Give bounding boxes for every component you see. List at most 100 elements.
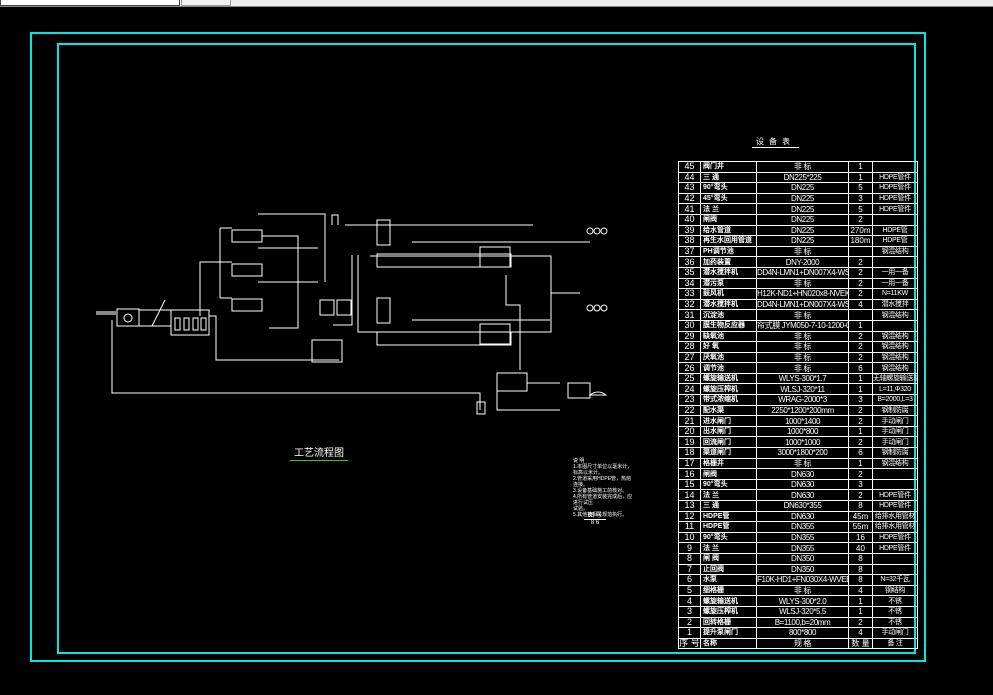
cell-no: 16 [678,468,701,480]
cell-name: 再生水回用管道 [700,235,757,247]
cell-no: 20 [678,425,701,438]
cell-spec: DN630 [756,468,849,480]
cell-spec: WRAG-2000*3 [756,394,849,406]
cell-name: 鼓风机 [700,288,757,300]
cell-name: 潜污泵 [700,277,757,290]
header-qty: 数 量 [848,637,873,650]
cell-qty: 2 [848,213,873,226]
table-row: 12 HDPE管 DN630 45m 给排水用管材 [678,510,918,523]
cell-name: 潜水搅拌机 [700,298,757,311]
cell-name: 细格栅 [700,584,757,597]
cell-qty: 8 [848,574,873,586]
cell-name: 闸阀 [700,213,757,226]
cell-remark: 手动闸门 [872,627,918,639]
cell-no: 33 [678,288,701,300]
cell-qty: 1 [848,319,873,332]
cell-spec: 非 标 [756,457,849,470]
cell-qty: 2 [848,436,873,449]
cell-qty: 2 [848,256,873,268]
table-row: 43 90°弯头 DN225 5 HDPE管件 [678,182,918,194]
cell-spec: 3000*1800*200 [756,447,849,459]
cell-qty: 6 [848,362,873,374]
cell-qty: 1 [848,161,873,173]
cell-qty: 45m [848,510,873,523]
cell-spec: 非 标 [756,277,849,290]
cell-remark [872,161,918,173]
cell-qty: 8 [848,500,873,512]
cell-no: 38 [678,235,701,247]
cell-no: 10 [678,531,701,544]
cell-no: 44 [678,171,701,184]
cell-remark: 钢制防腐 [872,404,918,417]
cell-name: 90°弯头 [700,478,757,491]
cell-name: PH调节池 [700,245,757,258]
drawing-number-value: 8 6 [590,520,600,526]
table-row: 25 螺旋输送机 WLYS-300*1.7 1 无轴螺旋输送机 [678,372,918,385]
cell-spec: B=1100,b=20mm [756,616,849,629]
cell-no: 39 [678,224,701,237]
cell-no: 1 [678,627,701,639]
cell-remark: 无轴螺旋输送机 [872,372,918,385]
header-name: 名称 [700,637,757,650]
header-spec: 规 格 [756,637,849,650]
cell-name: 回转格栅 [700,616,757,629]
cell-no: 27 [678,351,701,364]
cell-name: 法 兰 [700,203,757,215]
cell-qty: 16 [848,531,873,544]
cell-name: 法 兰 [700,542,757,554]
drawing-number-label: 图 号 [584,510,606,520]
cell-remark: HDPE管件 [872,542,918,554]
cell-no: 4 [678,595,701,607]
cell-no: 5 [678,584,701,597]
cell-remark: 钢混结构 [872,457,918,470]
cell-name: 螺旋压榨机 [700,605,757,618]
cell-no: 19 [678,436,701,449]
cell-no: 7 [678,563,701,576]
cell-name: 格栅井 [700,457,757,470]
table-row: 2 回转格栅 B=1100,b=20mm 2 不锈 [678,616,918,629]
cell-spec: DN225 [756,235,849,247]
cell-remark: 手动闸门 [872,436,918,449]
table-row: 9法 兰 DN355 40 HDPE管件 [678,542,918,554]
cell-remark: 钢混结构 [872,309,918,321]
cell-no: 43 [678,182,701,194]
cell-qty: 55m [848,521,873,533]
table-row: 24 螺旋压榨机 WLSJ-320*11 1 L=11,Φ320 [678,383,918,396]
cell-qty: 1 [848,171,873,184]
cell-name: 潜水搅拌机 [700,266,757,279]
cell-spec: DN630*355 [756,500,849,512]
cell-qty: 2 [848,277,873,290]
table-row: 8闸 阀 DN350 8 [678,552,918,565]
cell-qty: 2 [848,489,873,501]
table-row: 34 潜污泵非 标 2 一用一备 [678,277,918,290]
cell-remark: 钢混结构 [872,330,918,343]
cell-qty: 1 [848,457,873,470]
cell-remark: HDPE管件 [872,182,918,194]
table-row: 38 再生水回用管道 DN225 180m HDPE管 [678,235,918,247]
cell-name: 带式浓缩机 [700,394,757,406]
cell-no: 11 [678,521,701,533]
table-row: 39 给水管道 DN225 270m HDPE管 [678,224,918,237]
cell-name: 厌氧池 [700,351,757,364]
cell-no: 32 [678,298,701,311]
note-line: 1.本图尺寸单位以毫米计，标高以米计。 [573,464,633,476]
table-row: 14 法 兰 DN630 2 HDPE管件 [678,489,918,501]
cell-spec: 1000*1000 [756,436,849,449]
cell-spec: 800*800 [756,627,849,639]
cell-name: 渠道闸门 [700,447,757,459]
cell-no: 30 [678,319,701,332]
cell-no: 28 [678,341,701,353]
cell-no: 40 [678,213,701,226]
table-row: 28 好 氧非 标 2 钢混结构 [678,341,918,353]
table-row: 35潜水搅拌机DD4N-LMN1+DN007X4-WSEQ2一用一备 [678,266,918,279]
table-row: 6 水泵 F10K-HD1+FN030X4-WVEB 8 N=32千瓦 [678,574,918,586]
cell-remark: 给排水用管材 [872,521,918,533]
header-no: 序 号 [678,637,701,650]
cell-name: 闸阀 [700,468,757,480]
cell-remark: 钢制防腐 [872,447,918,459]
cell-qty: 2 [848,341,873,353]
table-row: 13 三 通 DN630*355 8 HDPE管件 [678,500,918,512]
cell-remark: N=11KW [872,288,918,300]
cell-remark [872,468,918,480]
cell-spec: DNY-2000 [756,256,849,268]
